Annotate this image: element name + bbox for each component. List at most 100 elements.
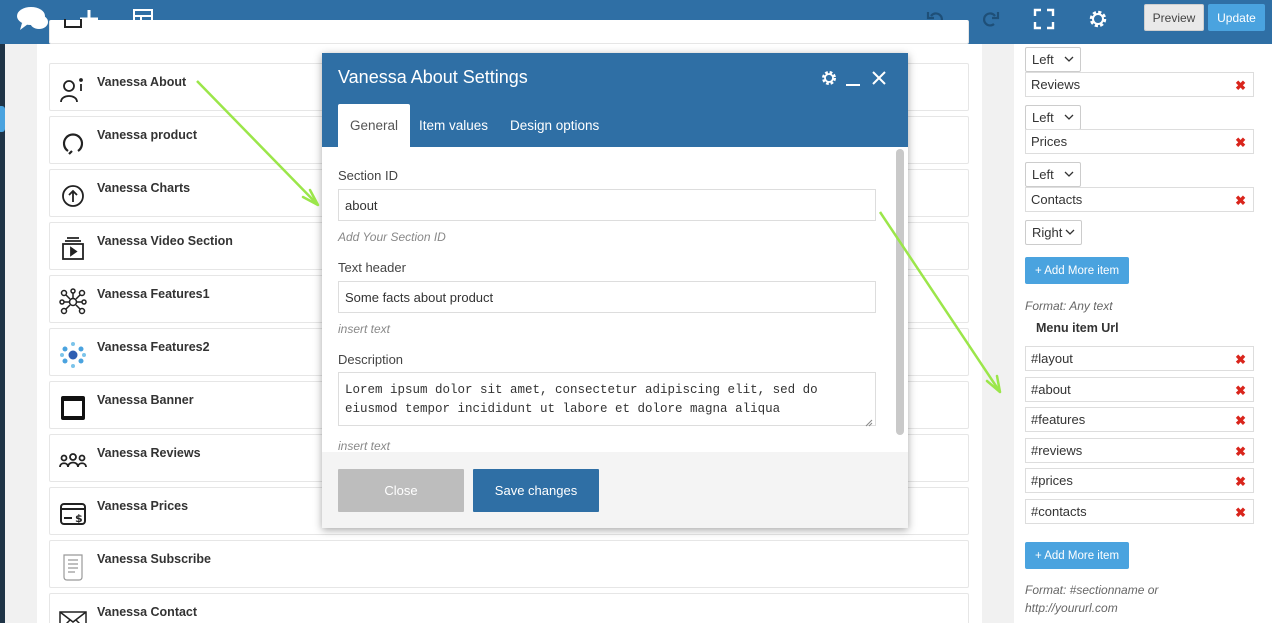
align-select-value: Left <box>1032 52 1054 67</box>
align-select[interactable]: Left <box>1025 162 1081 187</box>
cluster-icon <box>59 341 87 369</box>
remove-icon[interactable]: ✖ <box>1235 194 1246 207</box>
svg-text:$: $ <box>75 512 83 525</box>
modal-footer: Close Save changes <box>322 452 908 528</box>
chevron-down-icon <box>1064 53 1074 68</box>
chevron-down-icon <box>1064 168 1074 183</box>
person-info-icon <box>59 76 87 104</box>
remove-icon[interactable]: ✖ <box>1235 414 1246 427</box>
document-icon <box>59 553 87 581</box>
section-id-field[interactable]: about <box>338 189 876 221</box>
text-header-label: Text header <box>338 260 406 275</box>
tab-item-values[interactable]: Item values <box>407 104 500 147</box>
envelope-icon <box>59 606 87 623</box>
resize-grip-icon[interactable] <box>865 415 873 427</box>
tab-design-options[interactable]: Design options <box>498 104 611 147</box>
price-card-icon: $ <box>59 500 87 528</box>
description-help: insert text <box>338 439 391 452</box>
add-more-url-button[interactable]: + Add More item <box>1025 542 1129 569</box>
description-textarea[interactable]: Lorem ipsum dolor sit amet, consectetur … <box>338 372 876 427</box>
video-play-icon <box>59 235 87 263</box>
save-changes-button[interactable]: Save changes <box>473 469 599 512</box>
redo-icon[interactable] <box>978 5 1002 33</box>
remove-icon[interactable]: ✖ <box>1235 445 1246 458</box>
list-item-label: Vanessa Banner <box>97 393 194 407</box>
list-item-label: Vanessa Features1 <box>97 287 210 301</box>
chevron-down-icon <box>1064 111 1074 126</box>
list-item-label: Vanessa Reviews <box>97 446 201 460</box>
list-item[interactable] <box>49 19 969 44</box>
menu-item-text-field[interactable]: Prices ✖ <box>1025 129 1254 154</box>
minimize-icon[interactable] <box>843 68 863 88</box>
url-field[interactable]: #reviews ✖ <box>1025 438 1254 463</box>
align-select[interactable]: Right <box>1025 220 1082 245</box>
close-button[interactable]: Close <box>338 469 464 512</box>
list-item[interactable]: Vanessa Subscribe <box>49 540 969 588</box>
list-item-label: Vanessa About <box>97 75 187 89</box>
section-id-label: Section ID <box>338 168 398 183</box>
remove-icon[interactable]: ✖ <box>1235 353 1246 366</box>
url-field[interactable]: #about ✖ <box>1025 377 1254 402</box>
field-value: #reviews <box>1031 443 1083 458</box>
field-value: #layout <box>1031 351 1073 366</box>
partial-icon <box>59 12 87 40</box>
update-button[interactable]: Update <box>1208 4 1265 31</box>
list-item-label: Vanessa Contact <box>97 605 198 619</box>
remove-icon[interactable]: ✖ <box>1235 136 1246 149</box>
gear-icon[interactable] <box>819 68 839 88</box>
field-value: #prices <box>1031 473 1073 488</box>
circle-loop-icon <box>59 129 87 157</box>
text-header-help: insert text <box>338 322 391 336</box>
cloud-chat-logo-icon[interactable] <box>16 5 50 33</box>
remove-icon[interactable]: ✖ <box>1235 79 1246 92</box>
list-item[interactable]: Vanessa Contact <box>49 593 969 623</box>
description-text: Lorem ipsum dolor sit amet, consectetur … <box>345 383 818 416</box>
add-more-item-button[interactable]: + Add More item <box>1025 257 1129 284</box>
left-edge-bar <box>0 44 5 623</box>
align-select-value: Right <box>1032 225 1063 240</box>
left-edge-handle[interactable] <box>0 106 5 132</box>
modal-header: Vanessa About Settings General Item valu… <box>322 53 908 147</box>
align-select-value: Left <box>1032 110 1054 125</box>
remove-icon[interactable]: ✖ <box>1235 475 1246 488</box>
url-field[interactable]: #layout ✖ <box>1025 346 1254 371</box>
url-field[interactable]: #features ✖ <box>1025 407 1254 432</box>
field-value: Contacts <box>1031 192 1083 207</box>
format-hint: Format: Any text <box>1025 299 1113 313</box>
section-id-help: Add Your Section ID <box>338 230 446 244</box>
field-value: #features <box>1031 412 1086 427</box>
remove-icon[interactable]: ✖ <box>1235 506 1246 519</box>
network-icon <box>59 288 87 316</box>
banner-window-icon <box>59 394 87 422</box>
url-field[interactable]: #contacts ✖ <box>1025 499 1254 524</box>
menu-item-text-field[interactable]: Reviews ✖ <box>1025 72 1254 97</box>
remove-icon[interactable]: ✖ <box>1235 384 1246 397</box>
list-item-label: Vanessa Video Section <box>97 234 233 248</box>
modal-title: Vanessa About Settings <box>338 67 528 87</box>
people-group-icon <box>59 447 87 475</box>
menu-item-url-label: Menu item Url <box>1036 321 1119 335</box>
text-header-field[interactable]: Some facts about product <box>338 281 876 313</box>
modal-scrollbar[interactable] <box>896 149 904 435</box>
tab-general[interactable]: General <box>338 104 411 147</box>
list-item-label: Vanessa Charts <box>97 181 191 195</box>
close-icon[interactable] <box>869 68 889 88</box>
field-value: #about <box>1031 382 1071 397</box>
list-item-label: Vanessa Prices <box>97 499 189 513</box>
preview-button[interactable]: Preview <box>1144 4 1204 31</box>
gear-icon[interactable] <box>1086 5 1110 33</box>
menu-item-text-field[interactable]: Contacts ✖ <box>1025 187 1254 212</box>
modal-body: Section ID about Add Your Section ID Tex… <box>322 147 908 452</box>
fullscreen-icon[interactable] <box>1032 5 1056 33</box>
list-item-label: Vanessa product <box>97 128 198 142</box>
description-label: Description <box>338 352 404 367</box>
chevron-down-icon <box>1065 226 1075 241</box>
align-select[interactable]: Left <box>1025 105 1081 130</box>
align-select[interactable]: Left <box>1025 47 1081 72</box>
field-value: #contacts <box>1031 504 1087 519</box>
field-value: Reviews <box>1031 77 1081 92</box>
url-field[interactable]: #prices ✖ <box>1025 468 1254 493</box>
settings-modal: Vanessa About Settings General Item valu… <box>322 53 908 528</box>
arrow-up-circle-icon <box>59 182 87 210</box>
align-select-value: Left <box>1032 167 1054 182</box>
